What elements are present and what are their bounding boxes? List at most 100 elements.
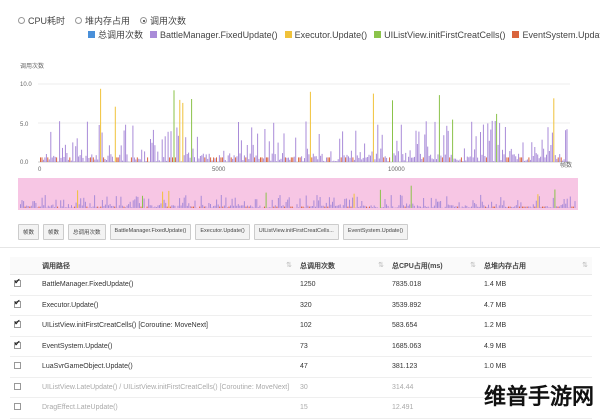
- row-checkbox[interactable]: [14, 280, 21, 287]
- mode-radio-cpu[interactable]: CPU耗时: [18, 14, 65, 27]
- row-path-text: EventSystem.Update(): [42, 343, 112, 350]
- legend-item-executor[interactable]: Executor.Update(): [285, 28, 368, 41]
- bar: [245, 157, 246, 162]
- bar: [103, 157, 104, 162]
- bar: [150, 139, 151, 162]
- bar: [369, 155, 370, 162]
- legend-item-eventsystem[interactable]: EventSystem.Update(): [512, 28, 600, 41]
- row-checkbox[interactable]: [14, 362, 21, 369]
- bar: [215, 158, 216, 162]
- header-calls[interactable]: 总调用次数⇅: [296, 257, 388, 275]
- bar: [185, 137, 186, 162]
- bar: [509, 151, 510, 162]
- sort-icon[interactable]: ⇅: [286, 261, 292, 269]
- table-row[interactable]: UIListView.initFirstCreatCells() [Corout…: [10, 316, 592, 337]
- sort-icon[interactable]: ⇅: [470, 261, 476, 269]
- bar: [251, 127, 252, 162]
- bar: [517, 200, 518, 208]
- tag-frame-2[interactable]: 帧数: [43, 224, 64, 240]
- row-checkbox[interactable]: [14, 383, 21, 390]
- bar: [544, 207, 545, 208]
- bar: [462, 161, 463, 162]
- bar: [141, 150, 142, 162]
- tag-eventsystem[interactable]: EventSystem.Update(): [343, 224, 408, 240]
- header-mem[interactable]: 总堆内存占用⇅: [480, 257, 592, 275]
- bar: [216, 200, 217, 209]
- bar: [422, 208, 423, 209]
- bar: [533, 156, 534, 162]
- bar: [438, 154, 439, 162]
- bar: [229, 153, 230, 162]
- overview-chart[interactable]: [18, 178, 578, 210]
- tag-uilistview[interactable]: UIListView.initFirstCreatCells...: [254, 224, 339, 240]
- row-checkbox[interactable]: [14, 321, 21, 328]
- bar: [306, 122, 307, 163]
- legend-item-battlemanager[interactable]: BattleManager.FixedUpdate(): [150, 28, 278, 41]
- mode-radio-heap[interactable]: 堆内存占用: [75, 14, 130, 27]
- bar: [332, 161, 333, 162]
- tag-executor[interactable]: Executor.Update(): [195, 224, 249, 240]
- row-checkbox[interactable]: [14, 301, 21, 308]
- bar: [335, 161, 336, 162]
- bar: [222, 157, 223, 162]
- header-path[interactable]: 调用路径⇅: [38, 257, 296, 275]
- table-row[interactable]: Executor.Update()3203539.8924.7 MB: [10, 295, 592, 316]
- bar: [540, 157, 541, 162]
- bar: [193, 207, 194, 208]
- mode-radio-calls[interactable]: 调用次数: [140, 14, 186, 27]
- bar: [304, 158, 305, 162]
- sort-icon[interactable]: ⇅: [378, 261, 384, 269]
- row-calls: 102: [296, 316, 388, 337]
- bar: [287, 200, 288, 208]
- header-cpu[interactable]: 总CPU占用(ms)⇅: [388, 257, 480, 275]
- bar: [496, 204, 497, 208]
- bar: [292, 157, 293, 162]
- bar: [543, 149, 544, 162]
- bar: [326, 158, 327, 163]
- legend-item-total[interactable]: 总调用次数: [88, 28, 143, 41]
- bar: [360, 152, 361, 162]
- bar: [556, 206, 557, 208]
- bar: [522, 207, 523, 208]
- bar: [436, 199, 437, 208]
- bar: [289, 160, 290, 162]
- bar: [454, 159, 455, 162]
- bar: [357, 197, 358, 208]
- bar: [204, 207, 205, 208]
- bar: [439, 202, 440, 208]
- legend-swatch: [150, 31, 157, 38]
- bar: [372, 152, 373, 163]
- bar: [559, 154, 560, 162]
- bar: [347, 155, 348, 162]
- legend-swatch: [512, 31, 519, 38]
- tag-total-calls[interactable]: 总调用次数: [68, 224, 106, 240]
- bar: [483, 125, 484, 162]
- bar: [418, 132, 419, 162]
- bar: [111, 206, 112, 208]
- bar: [465, 205, 466, 208]
- bar: [452, 120, 453, 162]
- bar: [281, 159, 282, 162]
- row-path: Executor.Update(): [38, 295, 296, 316]
- bar: [307, 149, 308, 162]
- legend-item-uilistview[interactable]: UIListView.initFirstCreatCells(): [374, 28, 505, 41]
- bar: [198, 159, 199, 163]
- bar: [357, 155, 358, 162]
- tag-battlemanager[interactable]: BattleManager.FixedUpdate(): [110, 224, 192, 240]
- table-row[interactable]: LuaSvrGameObject.Update()47381.1231.0 MB: [10, 357, 592, 378]
- table-row[interactable]: EventSystem.Update()731685.0634.9 MB: [10, 336, 592, 357]
- bar: [319, 134, 320, 162]
- bar: [235, 157, 236, 162]
- y-tick-label: 0.0: [20, 160, 29, 166]
- bar: [77, 138, 78, 162]
- row-checkbox[interactable]: [14, 342, 21, 349]
- bar: [230, 206, 231, 209]
- tag-frame[interactable]: 帧数: [18, 224, 39, 240]
- bar: [518, 154, 519, 162]
- table-row[interactable]: BattleManager.FixedUpdate()12507835.0181…: [10, 275, 592, 296]
- row-checkbox[interactable]: [14, 403, 21, 410]
- bar: [358, 158, 359, 162]
- sort-icon[interactable]: ⇅: [582, 261, 588, 269]
- bar: [323, 206, 324, 208]
- bar: [45, 195, 46, 208]
